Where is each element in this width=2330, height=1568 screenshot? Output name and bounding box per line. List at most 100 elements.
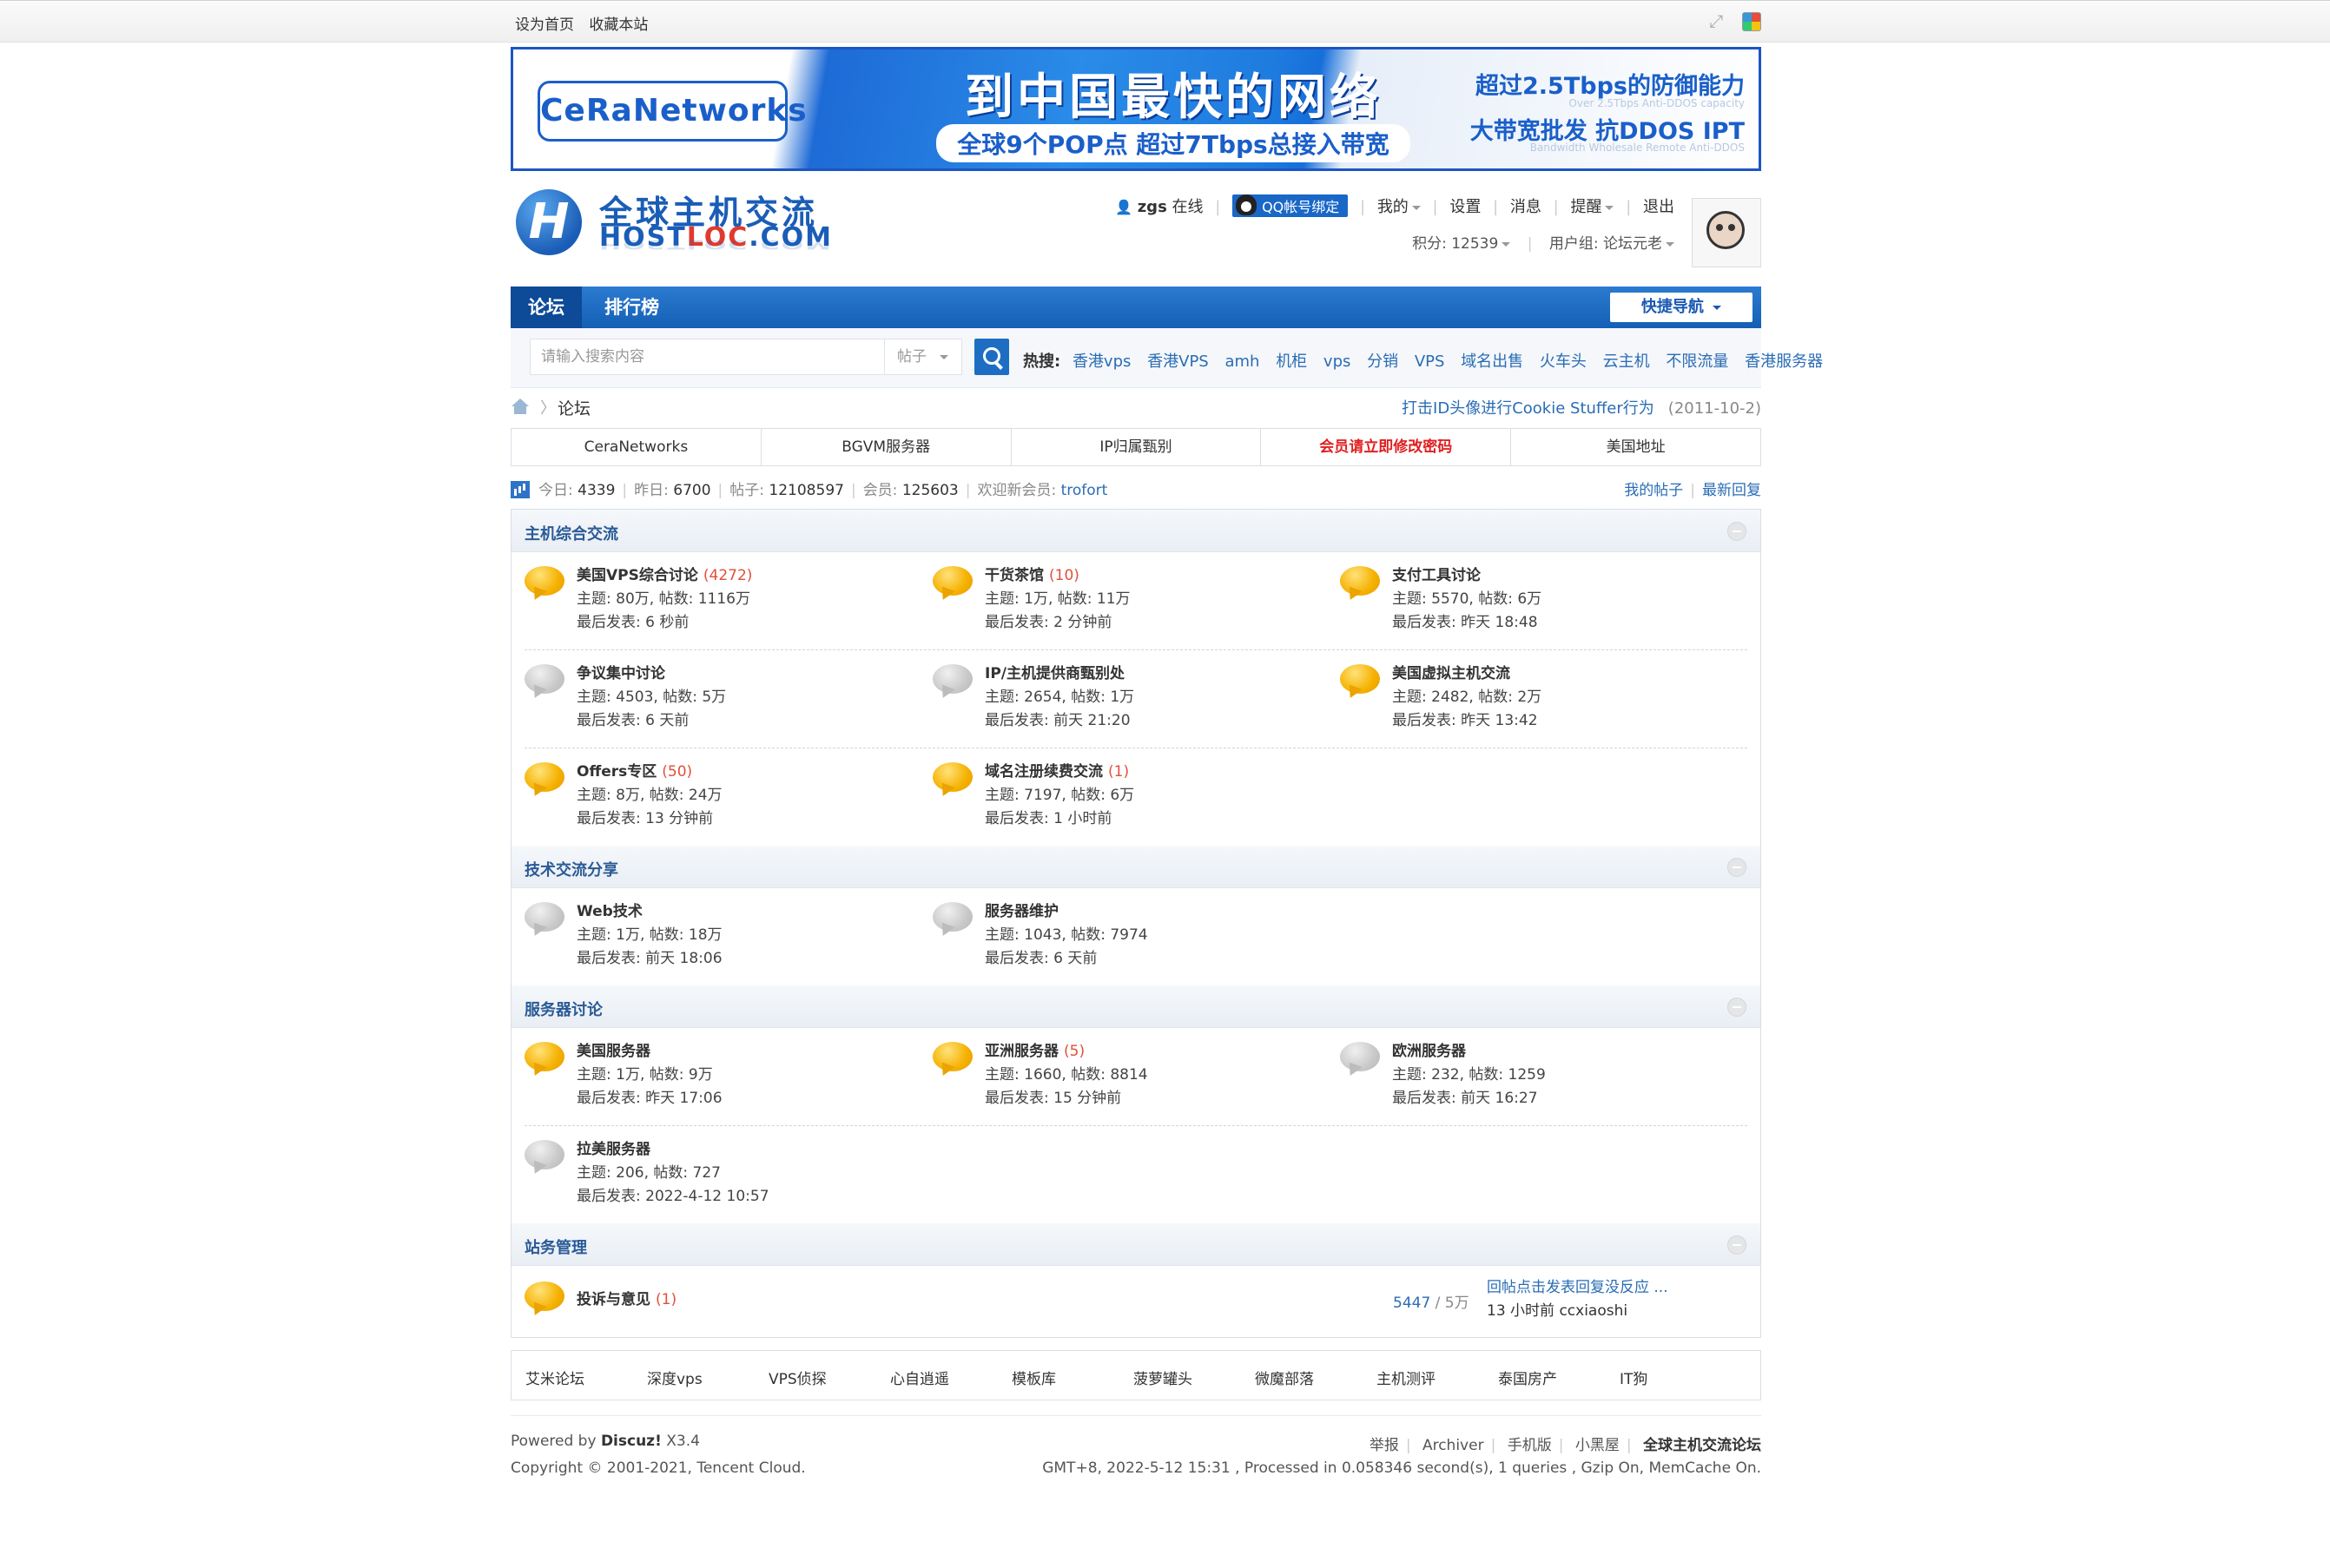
forum-name-link[interactable]: 亚洲服务器 [985,1043,1059,1060]
no-new-posts-bubble-icon[interactable] [933,664,973,702]
strip-link[interactable]: CeraNetworks [512,429,762,465]
forum-name-link[interactable]: 拉美服务器 [577,1141,650,1158]
strip-link[interactable]: BGVM服务器 [762,429,1012,465]
hot-search-item[interactable]: 香港VPS [1147,352,1209,371]
search-input[interactable]: 请输入搜索内容 [530,339,884,375]
forum-name-link[interactable]: Offers专区 [577,763,657,781]
no-new-posts-bubble-icon[interactable] [1340,1042,1380,1079]
menu-settings[interactable]: 设置 [1449,198,1481,216]
style-switch-icon[interactable] [1742,12,1761,31]
hot-search-item[interactable]: vps [1323,352,1350,371]
search-type-select[interactable]: 帖子 [884,339,962,375]
strip-link[interactable]: 美国地址 [1511,429,1760,465]
discuz-link[interactable]: Discuz! [601,1433,662,1450]
footer-link-report[interactable]: 举报 [1370,1437,1399,1454]
online-status[interactable]: 在线 [1172,198,1204,216]
forum-last-post[interactable]: 最后发表: 昨天 17:06 [577,1087,723,1110]
friend-link[interactable]: 模板库 [1012,1367,1056,1388]
hot-search-item[interactable]: 不限流量 [1666,352,1728,371]
footer-link-mobile[interactable]: 手机版 [1508,1437,1552,1454]
friend-link[interactable]: 艾米论坛 [525,1367,584,1388]
search-button[interactable] [974,339,1009,375]
forum-last-post[interactable]: 最后发表: 2 分钟前 [985,611,1131,635]
forum-last-post[interactable]: 最后发表: 2022-4-12 10:57 [577,1185,769,1209]
forum-last-post[interactable]: 最后发表: 13 分钟前 [577,807,723,831]
new-posts-bubble-icon[interactable] [525,762,564,800]
new-posts-bubble-icon[interactable] [1340,566,1380,603]
friend-link[interactable]: IT狗 [1620,1367,1647,1388]
menu-my[interactable]: 我的 [1377,198,1409,216]
forum-name-link[interactable]: 争议集中讨论 [577,665,665,682]
expand-icon[interactable]: ⤢ [1709,11,1728,30]
forum-name-link[interactable]: 美国虚拟主机交流 [1392,665,1510,682]
hot-search-item[interactable]: 香港vps [1073,352,1131,371]
new-posts-bubble-icon[interactable] [525,566,564,603]
nav-ranking[interactable]: 排行榜 [587,287,677,328]
friend-link[interactable]: 微魔部落 [1255,1367,1314,1388]
friend-link[interactable]: 心自逍遥 [890,1367,949,1388]
forum-name-link[interactable]: 投诉与意见 [577,1291,650,1308]
collapse-icon[interactable] [1727,858,1746,877]
user-credits[interactable]: 积分: 12539 [1412,235,1498,253]
new-posts-bubble-icon[interactable] [933,762,973,800]
category-title[interactable]: 站务管理 [525,1235,587,1258]
no-new-posts-bubble-icon[interactable] [525,1140,564,1177]
quick-nav-button[interactable]: 快捷导航 [1610,293,1752,322]
last-post-meta[interactable]: 13 小时前 ccxiaoshi [1487,1300,1668,1323]
new-posts-bubble-icon[interactable] [525,1042,564,1079]
bookmark-link[interactable]: 收藏本站 [589,16,648,34]
set-home-link[interactable]: 设为首页 [515,16,574,34]
hot-search-item[interactable]: amh [1224,352,1259,371]
friend-link[interactable]: 主机测评 [1376,1367,1436,1388]
forum-last-post[interactable]: 最后发表: 前天 18:06 [577,947,723,971]
menu-messages[interactable]: 消息 [1510,198,1541,216]
hot-search-item[interactable]: 香港服务器 [1745,352,1823,371]
collapse-icon[interactable] [1727,1235,1746,1255]
hot-search-item[interactable]: VPS [1415,352,1445,371]
menu-logout[interactable]: 退出 [1643,198,1674,216]
newest-member-link[interactable]: trofort [1061,482,1108,499]
site-logo[interactable]: H 全球主机交流 HOSTLOC.COM HOSTLOC.COM [516,186,833,273]
forum-last-post[interactable]: 最后发表: 15 分钟前 [985,1087,1148,1110]
new-posts-bubble-icon[interactable] [1340,664,1380,702]
hot-search-item[interactable]: 火车头 [1540,352,1587,371]
nav-forum[interactable]: 论坛 [511,287,582,328]
no-new-posts-bubble-icon[interactable] [525,664,564,702]
new-posts-bubble-icon[interactable] [525,1281,564,1319]
ad-banner[interactable]: CeRaNetworks 到中国最快的网络 全球9个POP点 超过7Tbps总接… [511,47,1761,171]
footer-link-site[interactable]: 全球主机交流论坛 [1643,1437,1761,1454]
new-posts-bubble-icon[interactable] [933,1042,973,1079]
category-title[interactable]: 主机综合交流 [525,522,618,544]
forum-last-post[interactable]: 最后发表: 昨天 13:42 [1392,709,1541,733]
forum-last-post[interactable]: 最后发表: 前天 21:20 [985,709,1134,733]
announcement-link[interactable]: 打击ID头像进行Cookie Stuffer行为 [1402,399,1654,418]
strip-link[interactable]: IP归属甄别 [1012,429,1262,465]
forum-last-post[interactable]: 最后发表: 6 天前 [985,947,1148,971]
avatar[interactable] [1692,198,1761,267]
forum-name-link[interactable]: 欧洲服务器 [1392,1043,1466,1060]
hot-search-item[interactable]: 机柜 [1276,352,1307,371]
collapse-icon[interactable] [1727,522,1746,541]
forum-name-link[interactable]: 服务器维护 [985,903,1059,920]
friend-link[interactable]: 深度vps [647,1367,703,1388]
forum-last-post[interactable]: 最后发表: 前天 16:27 [1392,1087,1546,1110]
forum-last-post[interactable]: 最后发表: 1 小时前 [985,807,1134,831]
username[interactable]: zgs [1138,198,1167,216]
forum-name-link[interactable]: 支付工具讨论 [1392,567,1481,584]
forum-name-link[interactable]: 域名注册续费交流 [985,763,1103,781]
category-title[interactable]: 技术交流分享 [525,858,618,880]
hot-search-item[interactable]: 分销 [1367,352,1398,371]
forum-last-post[interactable]: 最后发表: 6 天前 [577,709,726,733]
category-title[interactable]: 服务器讨论 [525,998,603,1020]
footer-link-archiver[interactable]: Archiver [1422,1437,1484,1454]
forum-name-link[interactable]: 美国服务器 [577,1043,650,1060]
friend-link[interactable]: VPS侦探 [769,1367,827,1388]
menu-reminders[interactable]: 提醒 [1570,198,1601,216]
forum-name-link[interactable]: IP/主机提供商甄别处 [985,665,1125,682]
no-new-posts-bubble-icon[interactable] [525,902,564,939]
no-new-posts-bubble-icon[interactable] [933,902,973,939]
last-post-subject-link[interactable]: 回帖点击发表回复没反应 ... [1487,1276,1668,1300]
user-group[interactable]: 用户组: 论坛元老 [1549,235,1662,253]
friend-link[interactable]: 菠萝罐头 [1133,1367,1192,1388]
strip-link-highlight[interactable]: 会员请立即修改密码 [1261,429,1512,465]
